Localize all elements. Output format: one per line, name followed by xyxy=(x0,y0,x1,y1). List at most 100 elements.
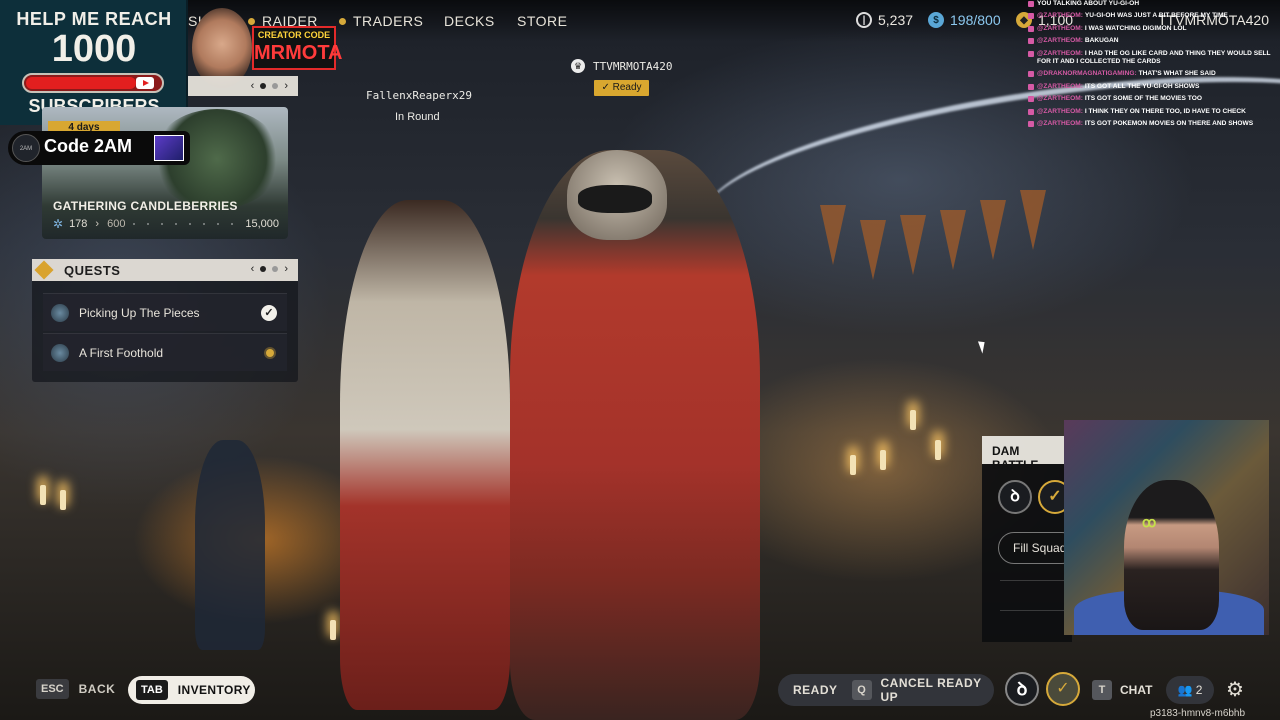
chevron-left-icon[interactable]: ‹ xyxy=(251,80,255,92)
back-action[interactable]: ESC BACK xyxy=(36,679,115,699)
chat-badge-icon xyxy=(1028,108,1034,115)
chat-badge-icon xyxy=(1028,1,1034,7)
chat-badge-icon xyxy=(1028,38,1034,45)
ready-up-control[interactable]: READY Q CANCEL READY UP xyxy=(778,674,994,706)
esc-key: ESC xyxy=(36,679,69,699)
quests-pager: ‹ › xyxy=(251,263,288,275)
chat-text: YU-GI-OH WAS JUST A BIT BEFORE MY TIME xyxy=(1084,12,1228,20)
creator-code-name: MRMOTA xyxy=(254,42,343,64)
people-icon: 👥 xyxy=(1177,683,1193,697)
inventory-button[interactable]: TAB INVENTORY xyxy=(128,676,255,704)
session-id: p3183-hmnv8-m6bhb xyxy=(1150,708,1246,719)
chevron-right-icon[interactable]: › xyxy=(284,263,288,275)
tab-key: TAB xyxy=(136,680,168,700)
raider-character-female xyxy=(340,200,510,710)
chat-username: @ZARTHEOM: xyxy=(1037,12,1083,20)
squad-map-title: DAM BATTLE xyxy=(982,436,1072,472)
player-emblem-icon[interactable]: ✓ xyxy=(1046,672,1080,706)
nav-tab-traders[interactable]: TRADERS xyxy=(339,13,423,29)
logo-icon: 2AM xyxy=(12,134,40,162)
nav-tab-label: TRADERS xyxy=(353,13,424,29)
chevron-left-icon[interactable]: ‹ xyxy=(251,263,255,275)
chat-message: @ZARTHEOM: I THINK THEY ON THERE TOO, ID… xyxy=(1028,108,1280,116)
chat-badge-icon xyxy=(1028,83,1034,90)
chat-badge-icon xyxy=(1028,13,1034,20)
arc-logo-icon[interactable]: ꝺ xyxy=(998,480,1032,514)
checkmark-icon: ✓ xyxy=(261,304,277,321)
candle xyxy=(330,620,336,640)
chat-message: @ZARTHEOM: ITS GOT SOME OF THE MOVIES TO… xyxy=(1028,95,1280,103)
chevron-right-icon[interactable]: › xyxy=(284,80,288,92)
quest-item[interactable]: A First Foothold xyxy=(43,333,287,371)
youtube-icon xyxy=(136,77,154,89)
creator-code-badge: CREATOR CODE MRMOTA xyxy=(252,26,343,70)
quest-giver-icon xyxy=(51,303,69,322)
nav-tab-decks[interactable]: DECKS xyxy=(444,13,495,29)
quests-title: QUESTS xyxy=(64,263,121,278)
chat-button[interactable]: T CHAT xyxy=(1092,680,1152,700)
quest-label: A First Foothold xyxy=(79,345,164,360)
chat-message: @DRAKNORMAGNATIGAMING: THAT'S WHAT SHE S… xyxy=(1028,70,1280,78)
chat-label: CHAT xyxy=(1120,683,1153,697)
chat-message: @ZARTHEOM: I WAS WATCHING DIGIMON LOL xyxy=(1028,25,1280,33)
teammate-status: In Round xyxy=(395,111,440,123)
pager-dot xyxy=(272,266,279,272)
sub-goal-line1: HELP ME REACH xyxy=(16,9,172,29)
raider-tokens-amount: 198/800 xyxy=(950,12,1001,28)
nav-dot-icon xyxy=(339,18,346,25)
candle xyxy=(880,450,886,470)
nav-tab-store[interactable]: STORE xyxy=(517,13,567,29)
webcam-person xyxy=(1124,480,1219,630)
t-key: T xyxy=(1092,680,1112,700)
quest-item[interactable]: Picking Up The Pieces ✓ xyxy=(43,293,287,331)
pager-dot xyxy=(260,83,267,89)
divider xyxy=(1000,610,1070,611)
coins-amount: 5,237 xyxy=(878,12,914,28)
chat-text: I THINK THEY ON THERE TOO, ID HAVE TO CH… xyxy=(1084,107,1246,115)
creator-code-label: CREATOR CODE xyxy=(257,30,331,40)
quests-header: QUESTS ‹ › xyxy=(32,259,298,281)
squad-panel: DAM BATTLE ꝺ ✓ Fill Squad xyxy=(982,436,1078,642)
cancel-ready-label: CANCEL READY UP xyxy=(880,676,982,704)
chat-text: BAKUGAN xyxy=(1084,37,1119,45)
promo-code-text: Code 2AM xyxy=(44,136,133,156)
chat-message: YOU TALKING ABOUT YU-GI-OH xyxy=(1028,0,1280,8)
chat-message: @ZARTHEOM: I HAD THE OG LIKE CARD AND TH… xyxy=(1028,50,1280,67)
candle xyxy=(40,485,46,505)
q-key: Q xyxy=(851,680,872,700)
chat-text: ITS GOT ALL THE YU-GI-OH SHOWS xyxy=(1084,82,1200,90)
event-header: ‹ › xyxy=(188,76,298,96)
chat-text: ITS GOT SOME OF THE MOVIES TOO xyxy=(1084,95,1202,103)
pager-dot xyxy=(272,83,279,89)
chat-username: @ZARTHEOM: xyxy=(1037,95,1083,103)
active-quest-icon xyxy=(266,348,274,357)
ready-status-badge: ✓ Ready xyxy=(594,80,649,96)
candle xyxy=(910,410,916,430)
divider xyxy=(1000,580,1070,581)
chat-message: @ZARTHEOM: BAKUGAN xyxy=(1028,37,1280,45)
gear-icon[interactable]: ⚙ xyxy=(1222,677,1248,703)
quests-panel: QUESTS ‹ › Picking Up The Pieces ✓ A Fir… xyxy=(32,259,298,382)
player-name: TTVMRMOTA420 xyxy=(593,60,673,73)
chat-badge-icon xyxy=(1028,96,1034,103)
quest-label: Picking Up The Pieces xyxy=(79,305,200,320)
chat-message: @ZARTHEOM: YU-GI-OH WAS JUST A BIT BEFOR… xyxy=(1028,12,1280,20)
event-progress: ✲ 178 › 600 15,000 xyxy=(53,217,279,231)
chat-text: I WAS WATCHING DIGIMON LOL xyxy=(1084,24,1187,32)
promo-code-badge: 2AM Code 2AM xyxy=(8,131,190,165)
chat-badge-icon xyxy=(1028,25,1034,32)
chat-message: @ZARTHEOM: ITS GOT ALL THE YU-GI-OH SHOW… xyxy=(1028,83,1280,91)
candle xyxy=(60,490,66,510)
arc-logo-icon[interactable]: ꝺ xyxy=(1005,672,1039,706)
sub-goal-progress-fill xyxy=(26,77,136,89)
chat-username: @ZARTHEOM: xyxy=(1037,24,1083,32)
raider-tokens: $ 198/800 xyxy=(928,12,1001,28)
streamer-webcam: ꝏ xyxy=(1064,420,1269,635)
chat-text: YOU TALKING ABOUT YU-GI-OH xyxy=(1037,0,1140,7)
party-button[interactable]: 👥 2 xyxy=(1166,676,1214,704)
chat-text: THAT'S WHAT SHE SAID xyxy=(1138,70,1216,78)
chat-badge-icon xyxy=(1028,121,1034,128)
helmet-visor xyxy=(578,185,652,213)
chat-username: @DRAKNORMAGNATIGAMING: xyxy=(1037,70,1137,78)
sub-goal-progress-bar xyxy=(22,73,164,93)
